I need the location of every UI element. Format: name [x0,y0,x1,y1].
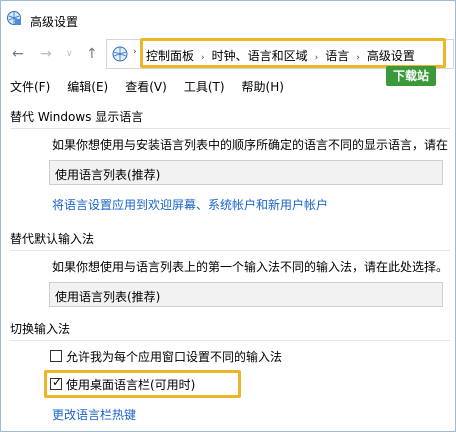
per-app-input-label: 允许我为每个应用窗口设置不同的输入法 [66,350,283,364]
desktop-language-bar-checkbox[interactable]: ✓ [50,375,63,390]
change-language-bar-hotkeys-link[interactable]: 更改语言栏热键 [52,406,136,423]
menu-bar: 文件(F) 编辑(E) 查看(V) 工具(T) 帮助(H) [10,78,301,95]
desktop-language-bar-label: 使用桌面语言栏(可用时) [66,378,196,392]
address-root-chevron-icon: › [133,47,137,57]
menu-edit[interactable]: 编辑(E) [67,80,108,94]
menu-view[interactable]: 查看(V) [125,80,167,94]
breadcrumb-separator-icon: › [314,53,319,63]
section-divider [10,128,450,129]
menu-help[interactable]: 帮助(H) [242,80,284,94]
watermark-logo: 下载站 [386,66,436,86]
forward-button[interactable]: → [40,46,52,62]
section-title-display-language: 替代 Windows 显示语言 [10,110,144,124]
default-input-description: 如果你想使用与语言列表上的第一个输入法不同的输入法，请在此处选择。 [52,260,449,274]
checkmark-icon: ✓ [52,375,63,389]
window-title: 高级设置 [30,15,79,29]
section-divider [10,250,450,251]
section-divider [10,340,450,341]
display-language-select-value: 使用语言列表(推荐) [55,168,161,182]
control-panel-icon [111,45,129,66]
breadcrumb-item-clock-language-region[interactable]: 时钟、语言和区域 [212,49,308,63]
breadcrumb-item-language[interactable]: 语言 [325,49,349,63]
breadcrumb: 控制面板 › 时钟、语言和区域 › 语言 › 高级设置 [146,47,415,64]
breadcrumb-separator-icon: › [201,53,205,63]
breadcrumb-item-control-panel[interactable]: 控制面板 [146,49,194,63]
breadcrumb-item-advanced-settings[interactable]: 高级设置 [367,49,415,63]
section-title-default-input: 替代默认输入法 [10,232,95,246]
default-input-select-value: 使用语言列表(推荐) [55,290,161,304]
apply-language-settings-link[interactable]: 将语言设置应用到欢迎屏幕、系统帐户和新用户帐户 [52,196,328,213]
default-input-select[interactable]: 使用语言列表(推荐) [49,282,443,307]
breadcrumb-separator-icon: › [356,53,360,63]
menu-tools[interactable]: 工具(T) [184,80,225,94]
back-button[interactable]: ← [12,46,24,62]
up-button[interactable]: ↑ [86,46,98,62]
menu-file[interactable]: 文件(F) [10,80,50,94]
title-bar: 高级设置 [0,0,454,34]
display-language-select[interactable]: 使用语言列表(推荐) [49,160,443,185]
display-language-description: 如果你想使用与安装语言列表中的顺序所确定的语言不同的显示语言，请在 [52,138,449,152]
recent-dropdown-button[interactable]: ∨ [66,49,73,59]
section-title-switch-input: 切换输入法 [10,322,71,336]
per-app-input-checkbox[interactable] [50,350,62,362]
language-settings-icon [6,10,22,26]
